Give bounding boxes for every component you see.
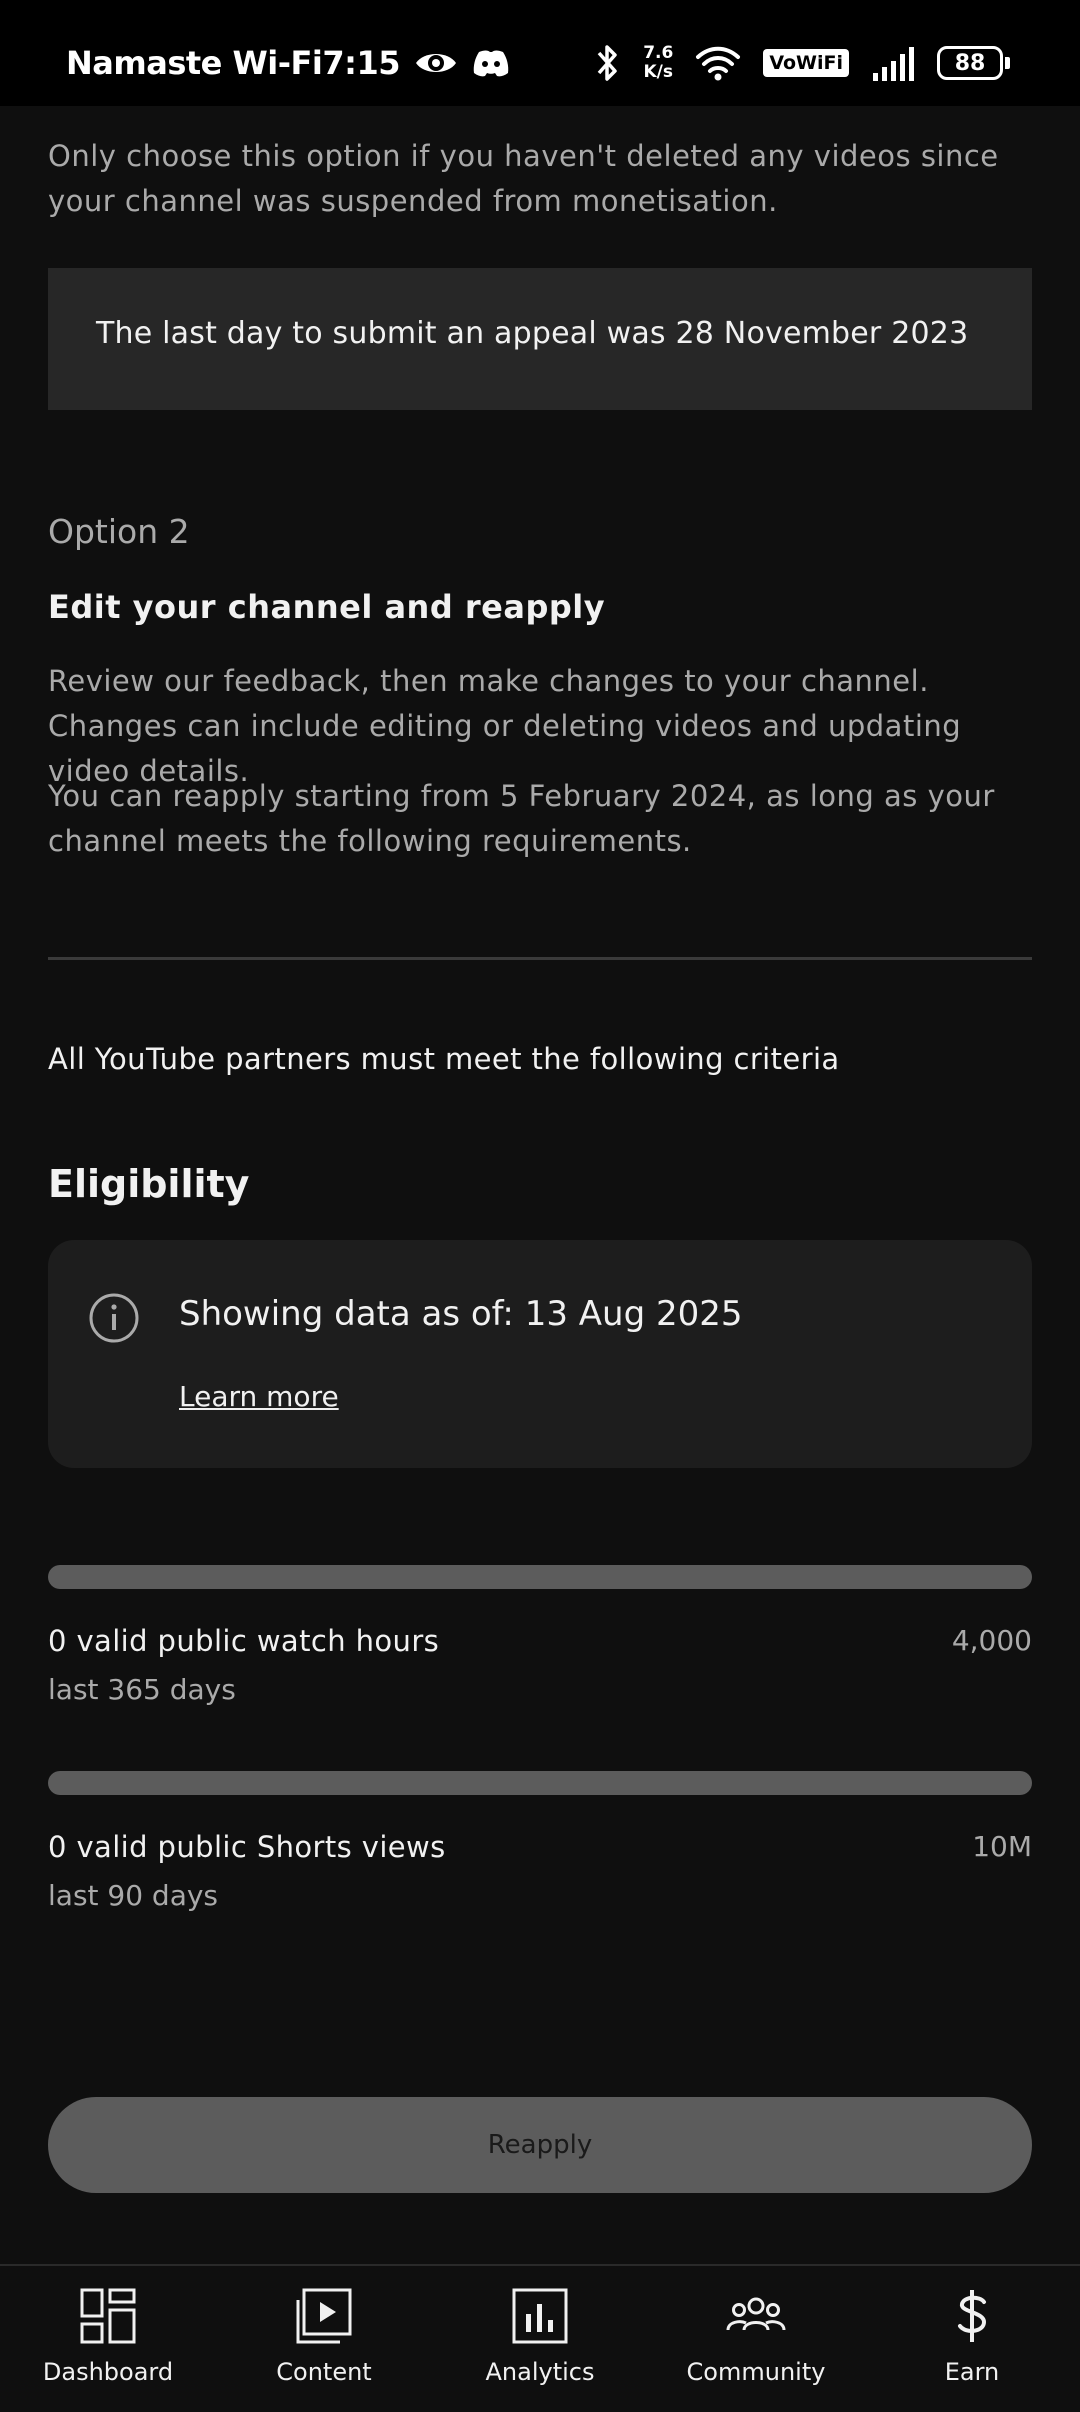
nav-label-dashboard: Dashboard <box>42 2358 174 2386</box>
reapply-button[interactable]: Reapply <box>48 2097 1032 2193</box>
shorts-views-progress-bar <box>48 1771 1032 1795</box>
battery-tip <box>1005 57 1010 69</box>
dashboard-icon <box>80 2288 136 2344</box>
nav-label-community: Community <box>686 2358 826 2386</box>
nav-label-content: Content <box>276 2358 372 2386</box>
nav-item-earn[interactable]: Earn <box>864 2266 1080 2412</box>
bluetooth-icon <box>597 45 617 81</box>
nav-label-analytics: Analytics <box>485 2358 595 2386</box>
nav-item-community[interactable]: Community <box>648 2266 864 2412</box>
shorts-views-period: last 90 days <box>48 1879 219 1912</box>
reapply-date-note: You can reapply starting from 5 February… <box>48 779 995 858</box>
option-1-note: Only choose this option if you haven't d… <box>48 139 999 218</box>
info-icon <box>89 1293 139 1343</box>
watch-hours-progress-bar <box>48 1565 1032 1589</box>
watch-hours-period: last 365 days <box>48 1673 236 1706</box>
net-speed: 7.6 K/s <box>643 44 673 82</box>
battery-icon: 88 <box>937 46 1010 80</box>
nav-label-earn: Earn <box>944 2358 1000 2386</box>
watch-hours-target: 4,000 <box>951 1624 1032 1657</box>
vowifi-badge: VoWiFi <box>763 49 849 77</box>
nav-item-content[interactable]: Content <box>216 2266 432 2412</box>
discord-icon <box>473 50 509 77</box>
divider <box>48 957 1032 960</box>
shorts-views-target: 10M <box>972 1830 1032 1863</box>
eye-icon <box>415 54 456 72</box>
earn-icon <box>958 2290 987 2342</box>
learn-more-link[interactable]: Learn more <box>179 1380 339 1413</box>
analytics-icon <box>512 2288 568 2344</box>
battery-level: 88 <box>937 46 1003 80</box>
clock: 7:15 <box>322 44 400 82</box>
status-left: Namaste Wi-Fi 7:15 <box>66 38 510 88</box>
option-label: Option 2 <box>48 512 190 551</box>
option-title: Edit your channel and reapply <box>48 588 606 626</box>
bottom-nav: Dashboard Content Analytics Community Ea… <box>0 2264 1080 2412</box>
carrier-name: Namaste Wi-Fi <box>66 44 323 82</box>
net-speed-value: 7.6 <box>643 43 674 63</box>
signal-icon <box>873 47 914 81</box>
watch-hours-label: 0 valid public watch hours <box>48 1624 440 1658</box>
data-as-of-text: Showing data as of: 13 Aug 2025 <box>179 1294 743 1334</box>
nav-item-analytics[interactable]: Analytics <box>432 2266 648 2412</box>
eligibility-title: Eligibility <box>48 1162 250 1206</box>
appeal-deadline-banner: The last day to submit an appeal was 28 … <box>48 268 1032 410</box>
data-info-card: Showing data as of: 13 Aug 2025 Learn mo… <box>48 1240 1032 1468</box>
status-icons-left <box>414 48 510 78</box>
shorts-views-label: 0 valid public Shorts views <box>48 1830 446 1864</box>
nav-item-dashboard[interactable]: Dashboard <box>0 2266 216 2412</box>
wifi-icon <box>696 46 741 81</box>
criteria-text: All YouTube partners must meet the follo… <box>48 1042 840 1076</box>
appeal-deadline-text: The last day to submit an appeal was 28 … <box>96 316 969 351</box>
status-right: 7.6 K/s VoWiFi 88 <box>595 38 1010 88</box>
content-icon <box>296 2288 352 2344</box>
net-speed-unit: K/s <box>643 62 673 82</box>
status-bar: Namaste Wi-Fi 7:15 7.6 K/s VoWiFi 88 <box>0 0 1080 106</box>
community-icon <box>726 2297 786 2331</box>
